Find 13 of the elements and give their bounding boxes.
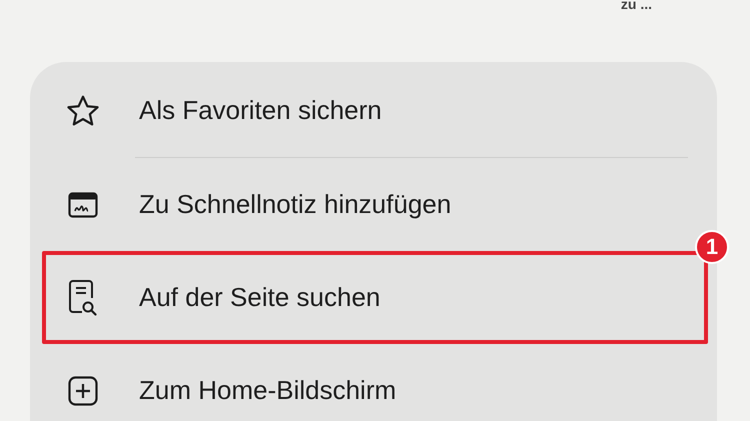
menu-item[interactable]: Zum Home-Bildschirm bbox=[42, 344, 708, 421]
add-square-icon bbox=[68, 376, 98, 406]
star-icon bbox=[65, 92, 101, 128]
menu-item-label: Zu Schnellnotiz hinzufügen bbox=[139, 189, 452, 220]
truncated-label: zu ... bbox=[620, 0, 652, 14]
step-badge: 1 bbox=[695, 230, 729, 264]
menu-item-label: Als Favoriten sichern bbox=[139, 95, 382, 126]
menu-item-label: Auf der Seite suchen bbox=[139, 282, 380, 313]
menu-item[interactable]: Auf der Seite suchen bbox=[42, 251, 708, 344]
page-search-icon bbox=[68, 278, 98, 316]
menu-item[interactable]: Als Favoriten sichern bbox=[42, 64, 708, 157]
note-icon bbox=[68, 192, 98, 218]
menu-item-label: Zum Home-Bildschirm bbox=[139, 375, 396, 406]
